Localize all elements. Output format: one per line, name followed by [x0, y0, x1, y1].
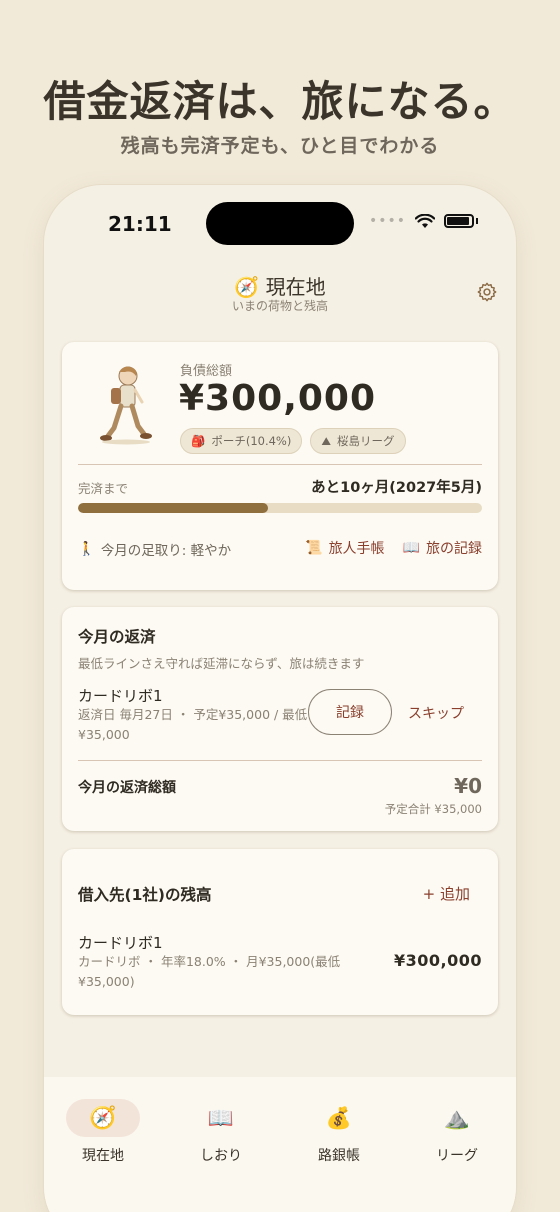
- progress-fill: [78, 503, 268, 513]
- summary-links: 📜 旅人手帳 📖 旅の記録: [305, 538, 482, 558]
- wifi-icon: [415, 213, 435, 228]
- status-time: 21:11: [108, 212, 172, 236]
- monthly-total-value: ¥0: [454, 774, 482, 798]
- battery-icon: [444, 214, 474, 228]
- pace-status: 🚶 今月の足取り: 軽やか: [78, 541, 232, 559]
- promo-headline: 借金返済は、旅になる。: [43, 77, 517, 126]
- tab-league[interactable]: ⛰️ リーグ: [412, 1099, 502, 1165]
- compass-icon: 🧭: [234, 275, 260, 299]
- backpack-icon: 🎒: [191, 434, 206, 448]
- promo-subline: 残高も完済予定も、ひと目でわかる: [120, 135, 440, 157]
- skip-button[interactable]: スキップ: [408, 703, 464, 723]
- page-subtitle: いまの荷物と残高: [231, 299, 328, 313]
- tab-travel-funds[interactable]: 💰 路銀帳: [294, 1099, 384, 1165]
- record-button[interactable]: 記録: [308, 689, 392, 735]
- signal-icon: ••••: [368, 213, 406, 229]
- tag-list: 🎒 ポーチ(10.4%) ⛰ 桜島リーグ: [180, 428, 406, 454]
- scroll-icon: 📜: [305, 540, 323, 556]
- add-lender-button[interactable]: + 追加: [423, 883, 470, 904]
- league-tag[interactable]: ⛰ 桜島リーグ: [310, 428, 406, 454]
- travel-notebook-link[interactable]: 📜 旅人手帳: [305, 538, 384, 558]
- traveler-illustration: [100, 366, 152, 445]
- book-icon: 📖: [207, 1105, 235, 1130]
- payoff-label: 完済まで: [78, 481, 129, 496]
- monthly-subtitle: 最低ラインさえ守れば延滞にならず、旅は続きます: [78, 656, 365, 671]
- tab-guide[interactable]: 📖 しおり: [176, 1099, 266, 1165]
- lender-name: カードリボ1: [78, 934, 163, 952]
- mountain-icon: ⛰️: [443, 1105, 471, 1130]
- walking-icon: 🚶: [78, 541, 95, 557]
- monthly-payment-card: 今月の返済 最低ラインさえ守れば延滞にならず、旅は続きます カードリボ1 返済日…: [62, 607, 498, 831]
- tab-bar: 🧭 現在地 📖 しおり 💰 路銀帳 ⛰️ リーグ: [44, 1077, 516, 1212]
- travel-log-link[interactable]: 📖 旅の記録: [403, 538, 482, 558]
- lenders-title: 借入先(1社)の残高: [78, 886, 212, 904]
- debt-amount: ¥300,000: [179, 378, 377, 419]
- summary-card: 負債総額 ¥300,000 🎒 ポーチ(10.4%) ⛰ 桜島リーグ 完済まで …: [62, 342, 498, 590]
- compass-icon: 🧭: [66, 1099, 140, 1137]
- page-title: 🧭 現在地: [234, 275, 326, 299]
- lender-amount: ¥300,000: [393, 951, 482, 970]
- payoff-value: あと10ヶ月(2027年5月): [311, 480, 482, 496]
- loan-name: カードリボ1: [78, 687, 163, 705]
- gear-icon[interactable]: [476, 281, 498, 303]
- money-bag-icon: 💰: [325, 1105, 353, 1130]
- lenders-card: 借入先(1社)の残高 + 追加 カードリボ1 カードリボ ・ 年率18.0% ・…: [62, 849, 498, 1015]
- monthly-total-label: 今月の返済総額: [78, 780, 176, 796]
- loan-detail: 返済日 毎月27日 ・ 予定¥35,000 / 最低¥35,000: [78, 707, 308, 742]
- tab-current-location[interactable]: 🧭 現在地: [58, 1099, 148, 1165]
- divider: [78, 464, 482, 465]
- book-icon: 📖: [402, 540, 420, 556]
- phone-frame: 21:11 •••• 🧭 現在地 いまの荷物と残高 負債総額 ¥300,000 …: [44, 185, 516, 1212]
- payoff-progress-bar: [78, 503, 482, 513]
- pouch-tag[interactable]: 🎒 ポーチ(10.4%): [180, 428, 303, 454]
- monthly-planned-total: 予定合計 ¥35,000: [384, 802, 482, 816]
- dynamic-island: [206, 202, 354, 245]
- lender-detail: カードリボ ・ 年率18.0% ・ 月¥35,000(最低¥35,000): [78, 954, 341, 989]
- status-icons: ••••: [369, 213, 478, 229]
- divider: [78, 760, 482, 761]
- mountain-icon: ⛰: [321, 433, 332, 448]
- monthly-title: 今月の返済: [78, 628, 156, 646]
- debt-label: 負債総額: [180, 364, 233, 379]
